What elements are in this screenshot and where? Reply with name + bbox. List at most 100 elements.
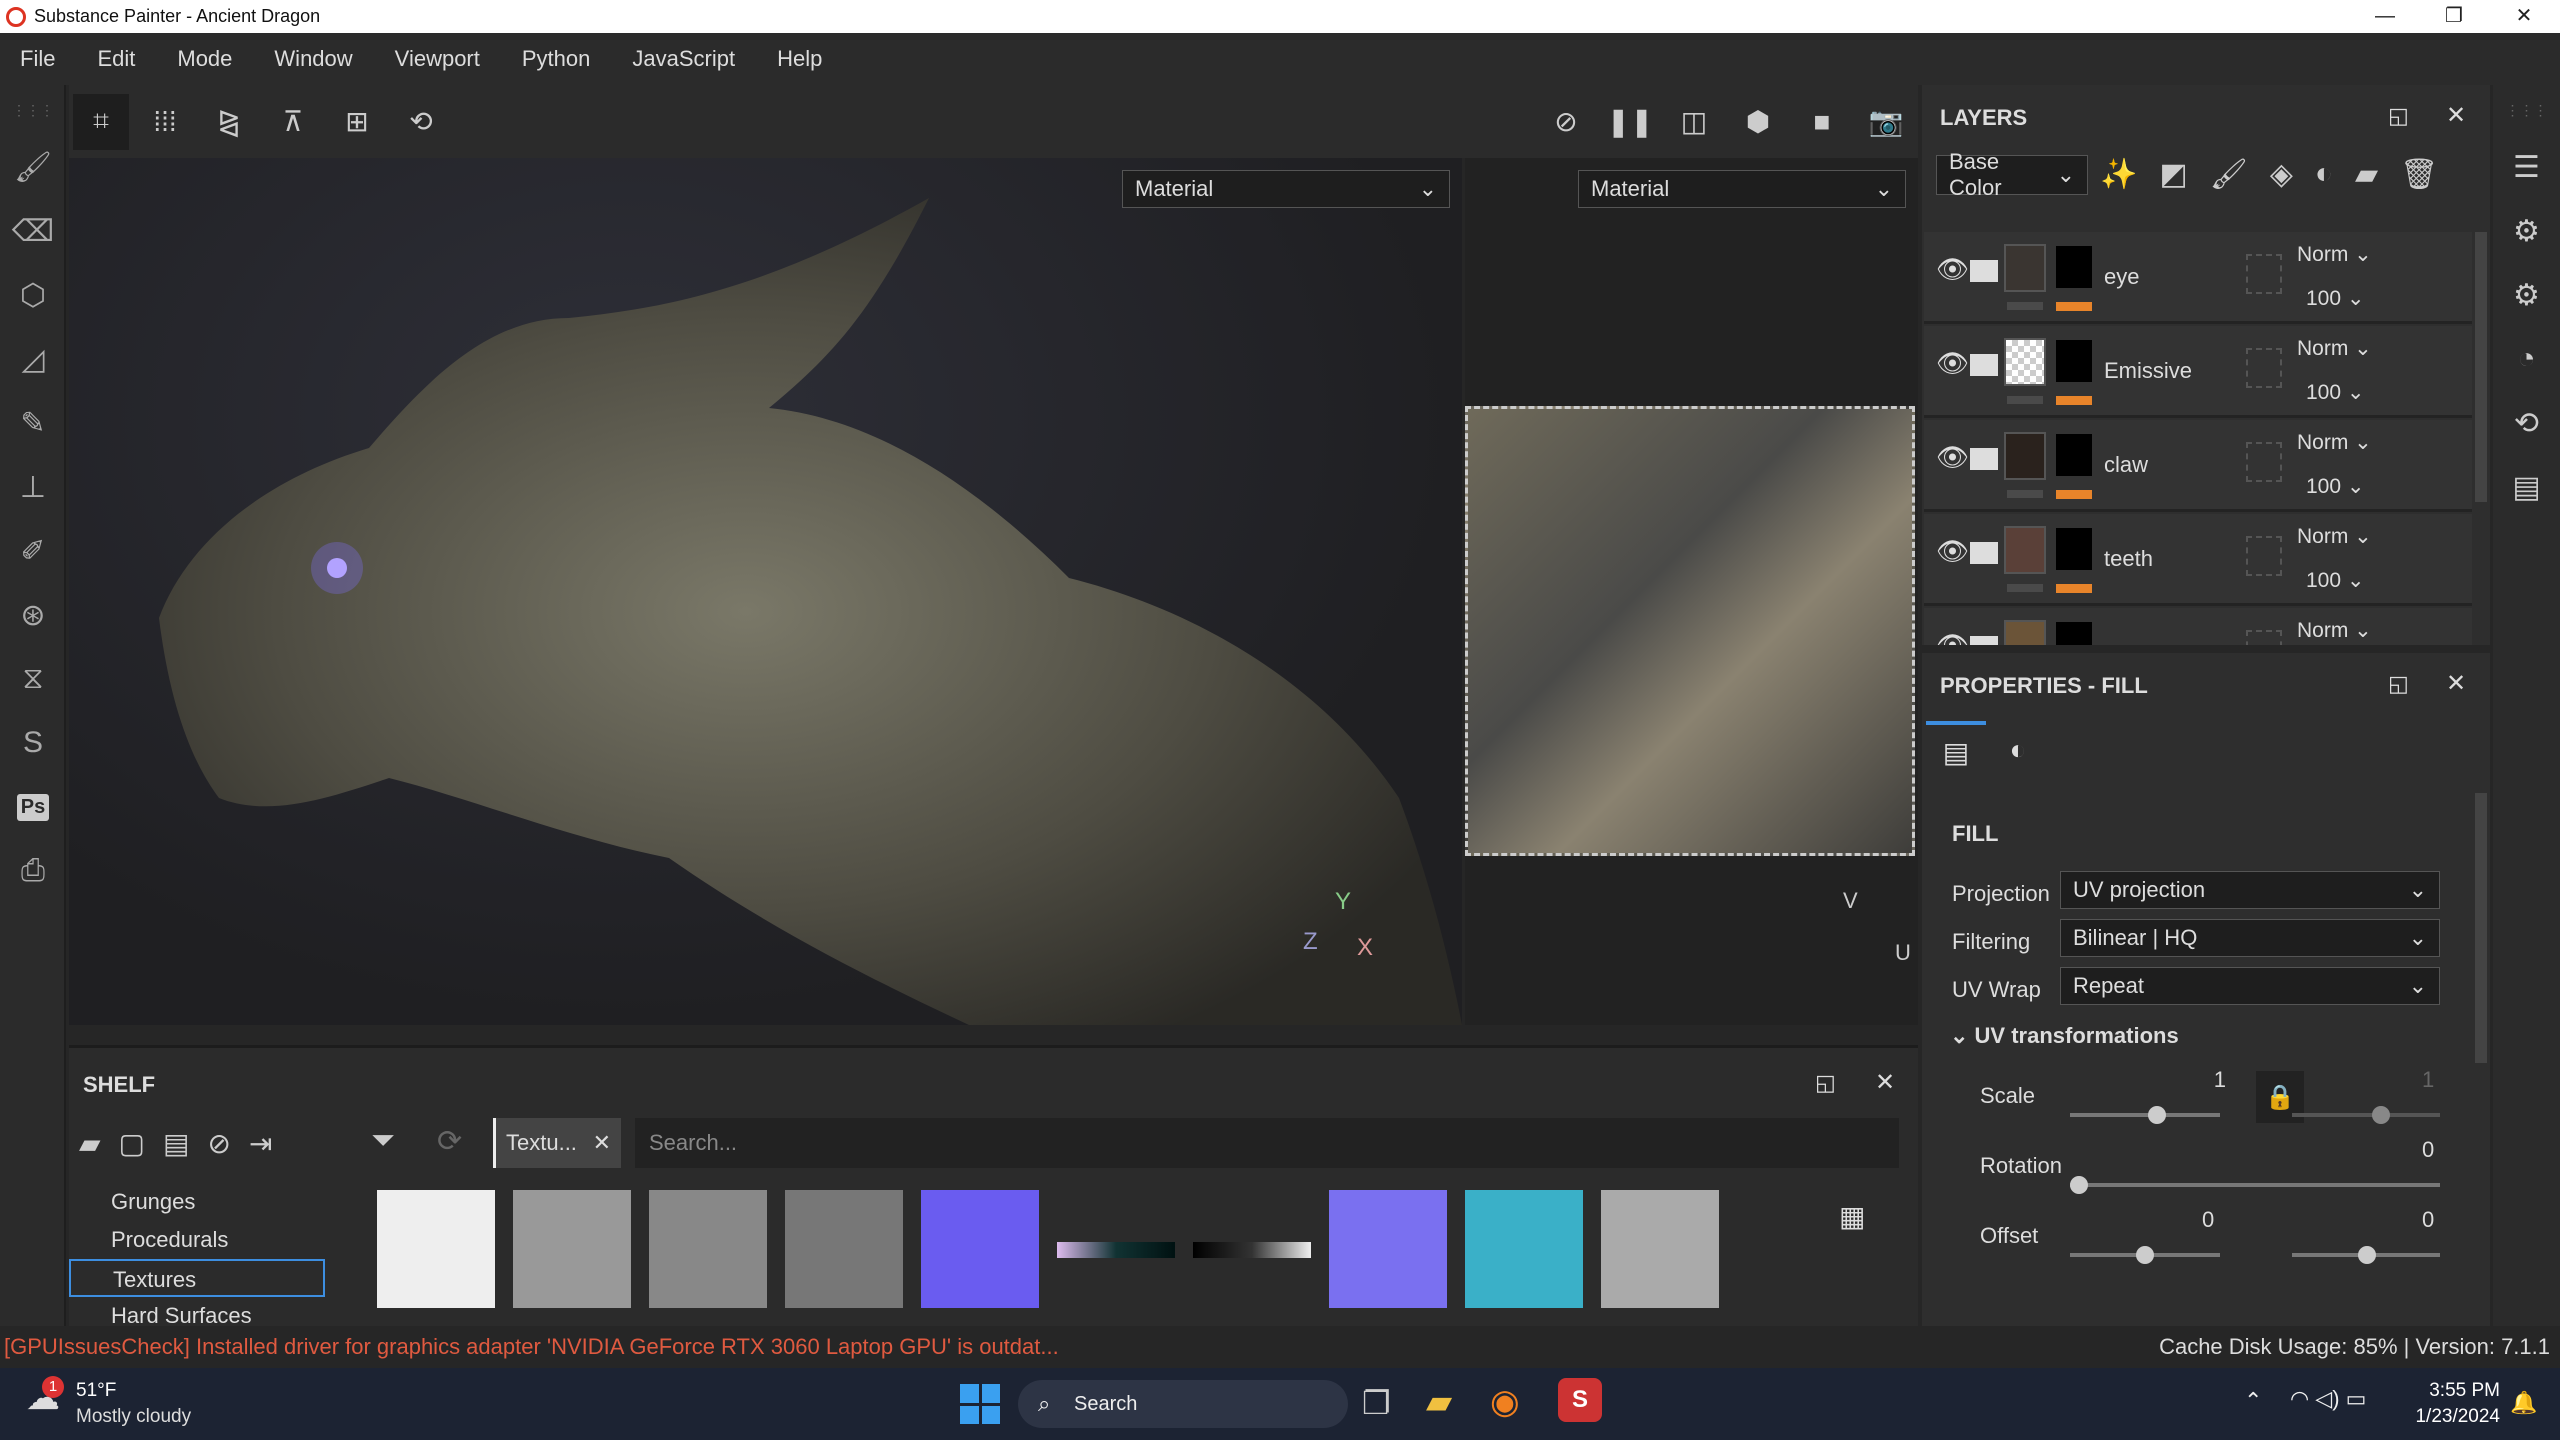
category-textures[interactable]: Textures bbox=[69, 1259, 325, 1297]
add-paint-layer-icon[interactable]: 🖌 bbox=[2210, 157, 2248, 192]
offset-v-slider[interactable] bbox=[2292, 1246, 2440, 1264]
layer-thumbnail[interactable] bbox=[2004, 620, 2046, 645]
layer-thumbnail[interactable] bbox=[2004, 526, 2046, 574]
add-fill-layer-icon[interactable]: ◩ bbox=[2159, 157, 2187, 192]
import-icon[interactable]: ⇥ bbox=[249, 1127, 272, 1160]
menu-python[interactable]: Python bbox=[522, 46, 591, 72]
clone-stamp-tool-icon[interactable]: ⊥ bbox=[0, 455, 66, 519]
geometry-mask-icon[interactable]: ⊛ bbox=[0, 583, 66, 647]
color-picker-icon[interactable]: ✐ bbox=[0, 519, 66, 583]
texture-set-settings-icon[interactable]: ⚙ bbox=[2493, 199, 2560, 263]
shelf-texture-thumbnail[interactable] bbox=[1601, 1190, 1719, 1308]
menu-viewport[interactable]: Viewport bbox=[395, 46, 480, 72]
menu-window[interactable]: Window bbox=[274, 46, 352, 72]
layer-thumbnail[interactable] bbox=[2004, 432, 2046, 480]
offset-u-value[interactable]: 0 bbox=[2202, 1207, 2214, 1233]
blend-mode-dropdown[interactable]: Norm ⌄ bbox=[2297, 524, 2372, 549]
history-icon[interactable]: ⟲ bbox=[2493, 391, 2560, 455]
close-button[interactable]: ✕ bbox=[2494, 0, 2554, 33]
filtering-dropdown[interactable]: Bilinear | HQ ⌄ bbox=[2060, 919, 2440, 957]
undock-icon[interactable]: ◱ bbox=[2388, 103, 2409, 129]
bake-icon[interactable]: ⧖ bbox=[0, 647, 66, 711]
pause-render-icon[interactable]: ❚❚ bbox=[1602, 94, 1658, 150]
grip-handle[interactable]: ⋮⋮⋮ bbox=[2493, 85, 2560, 135]
shader-settings-icon[interactable]: ◔ bbox=[2493, 327, 2560, 391]
2d-uv-viewport[interactable]: Material ⌄ V U bbox=[1465, 158, 1918, 1025]
status-message[interactable]: [GPUIssuesCheck] Installed driver for gr… bbox=[4, 1334, 1059, 1360]
remove-tag-icon[interactable]: ✕ bbox=[593, 1130, 611, 1156]
category-procedurals[interactable]: Procedurals bbox=[69, 1221, 329, 1259]
tray-overflow-icon[interactable]: ⌃ bbox=[2244, 1388, 2262, 1414]
mask-thumbnail[interactable] bbox=[2056, 340, 2092, 382]
substance-painter-taskbar-icon[interactable]: S bbox=[1558, 1378, 1602, 1422]
rotation-slider[interactable] bbox=[2070, 1176, 2440, 1194]
layer-row[interactable]: 👁 eye Norm ⌄ 100 ⌄ bbox=[1924, 232, 2472, 324]
layer-row[interactable]: 👁 Emissive Norm ⌄ 100 ⌄ bbox=[1924, 326, 2472, 418]
blend-mode-dropdown[interactable]: Norm ⌄ bbox=[2297, 242, 2372, 267]
layer-row[interactable]: 👁 claw Norm ⌄ 100 ⌄ bbox=[1924, 420, 2472, 512]
file-explorer-icon[interactable]: ▰ bbox=[1426, 1382, 1452, 1422]
undock-icon[interactable]: ◱ bbox=[1815, 1070, 1836, 1096]
projection-dropdown[interactable]: UV projection ⌄ bbox=[2060, 871, 2440, 909]
properties-close-icon[interactable]: ✕ bbox=[2446, 669, 2466, 698]
save-icon[interactable]: ▤ bbox=[163, 1127, 189, 1160]
task-view-icon[interactable]: ❐ bbox=[1362, 1384, 1391, 1422]
mask-thumbnail[interactable] bbox=[2056, 622, 2092, 645]
effect-slot[interactable] bbox=[2246, 348, 2282, 388]
menu-file[interactable]: File bbox=[20, 46, 55, 72]
filter-icon[interactable]: ⏷ bbox=[371, 1124, 395, 1158]
channel-dropdown[interactable]: Base Color ⌄ bbox=[1936, 149, 2088, 200]
camera-icon[interactable]: ■ bbox=[1794, 94, 1850, 150]
clock-time[interactable]: 3:55 PM bbox=[2400, 1380, 2500, 1402]
layers-close-icon[interactable]: ✕ bbox=[2446, 101, 2466, 130]
taskbar-search[interactable]: ⌕ Search bbox=[1018, 1380, 1348, 1428]
opacity-dropdown[interactable]: 100 ⌄ bbox=[2306, 568, 2364, 593]
uv-transformations-toggle[interactable]: ⌄ UV transformations bbox=[1950, 1023, 2179, 1049]
new-file-icon[interactable]: ▢ bbox=[119, 1127, 145, 1160]
layers-scrollbar[interactable] bbox=[2475, 232, 2487, 502]
blender-icon[interactable]: ◉ bbox=[1490, 1382, 1520, 1422]
shelf-texture-thumbnail[interactable] bbox=[377, 1190, 495, 1308]
visibility-eye-icon[interactable]: 👁 bbox=[1936, 536, 1969, 567]
paint-brush-tool-icon[interactable]: 🖌 bbox=[0, 135, 66, 199]
shelf-texture-thumbnail[interactable] bbox=[1057, 1242, 1175, 1258]
symmetry-icon[interactable]: ⧎ bbox=[201, 94, 257, 150]
layers-dock-icon[interactable]: ☰ bbox=[2493, 135, 2560, 199]
delete-layer-icon[interactable]: 🗑 bbox=[2400, 157, 2438, 192]
effect-slot[interactable] bbox=[2246, 254, 2282, 294]
mask-thumbnail[interactable] bbox=[2056, 434, 2092, 476]
smudge-tool-icon[interactable]: ✎ bbox=[0, 391, 66, 455]
tab-material[interactable]: ◐ bbox=[1988, 721, 2048, 779]
shelf-texture-thumbnail[interactable] bbox=[1329, 1190, 1447, 1308]
display-mode-icon[interactable]: ⬢ bbox=[1730, 94, 1786, 150]
mask-thumbnail[interactable] bbox=[2056, 528, 2092, 570]
blend-mode-dropdown[interactable]: Norm ⌄ bbox=[2297, 430, 2372, 455]
layer-row[interactable]: 👁 Norm ⌄ ⌄ bbox=[1924, 608, 2472, 645]
reset-icon[interactable]: ⟳ bbox=[437, 1124, 462, 1159]
visibility-eye-icon[interactable]: 👁 bbox=[1936, 630, 1969, 645]
menu-help[interactable]: Help bbox=[777, 46, 822, 72]
offset-u-slider[interactable] bbox=[2070, 1246, 2220, 1264]
mask-thumbnail[interactable] bbox=[2056, 246, 2092, 288]
grid-icon[interactable]: ⁞⁞⁞ bbox=[137, 94, 193, 150]
effect-slot[interactable] bbox=[2246, 536, 2282, 576]
split-view-icon[interactable]: ◫ bbox=[1666, 94, 1722, 150]
eraser-tool-icon[interactable]: ⌫ bbox=[0, 199, 66, 263]
shelf-texture-thumbnail[interactable] bbox=[1193, 1242, 1311, 1258]
menu-edit[interactable]: Edit bbox=[97, 46, 135, 72]
add-mask-icon[interactable]: ◐ bbox=[2315, 157, 2333, 192]
add-effect-icon[interactable]: ✨ bbox=[2100, 157, 2137, 192]
start-button[interactable] bbox=[960, 1384, 1000, 1424]
menu-javascript[interactable]: JavaScript bbox=[632, 46, 735, 72]
mirror-vertical-icon[interactable]: ⊼ bbox=[265, 94, 321, 150]
undock-icon[interactable]: ◱ bbox=[2388, 671, 2409, 697]
minimize-button[interactable]: — bbox=[2355, 0, 2415, 33]
3d-viewport[interactable]: Material ⌄ Y Z X bbox=[69, 158, 1462, 1025]
tab-fill-properties[interactable]: ▤ bbox=[1926, 721, 1986, 779]
add-fill-icon[interactable]: ◈ bbox=[2270, 157, 2293, 192]
layer-thumbnail[interactable] bbox=[2004, 338, 2046, 386]
folder-icon[interactable]: ▰ bbox=[79, 1127, 101, 1160]
offset-v-value[interactable]: 0 bbox=[2422, 1207, 2434, 1233]
hide-icon[interactable]: ⊘ bbox=[207, 1127, 230, 1160]
visibility-eye-icon[interactable]: 👁 bbox=[1936, 254, 1969, 285]
